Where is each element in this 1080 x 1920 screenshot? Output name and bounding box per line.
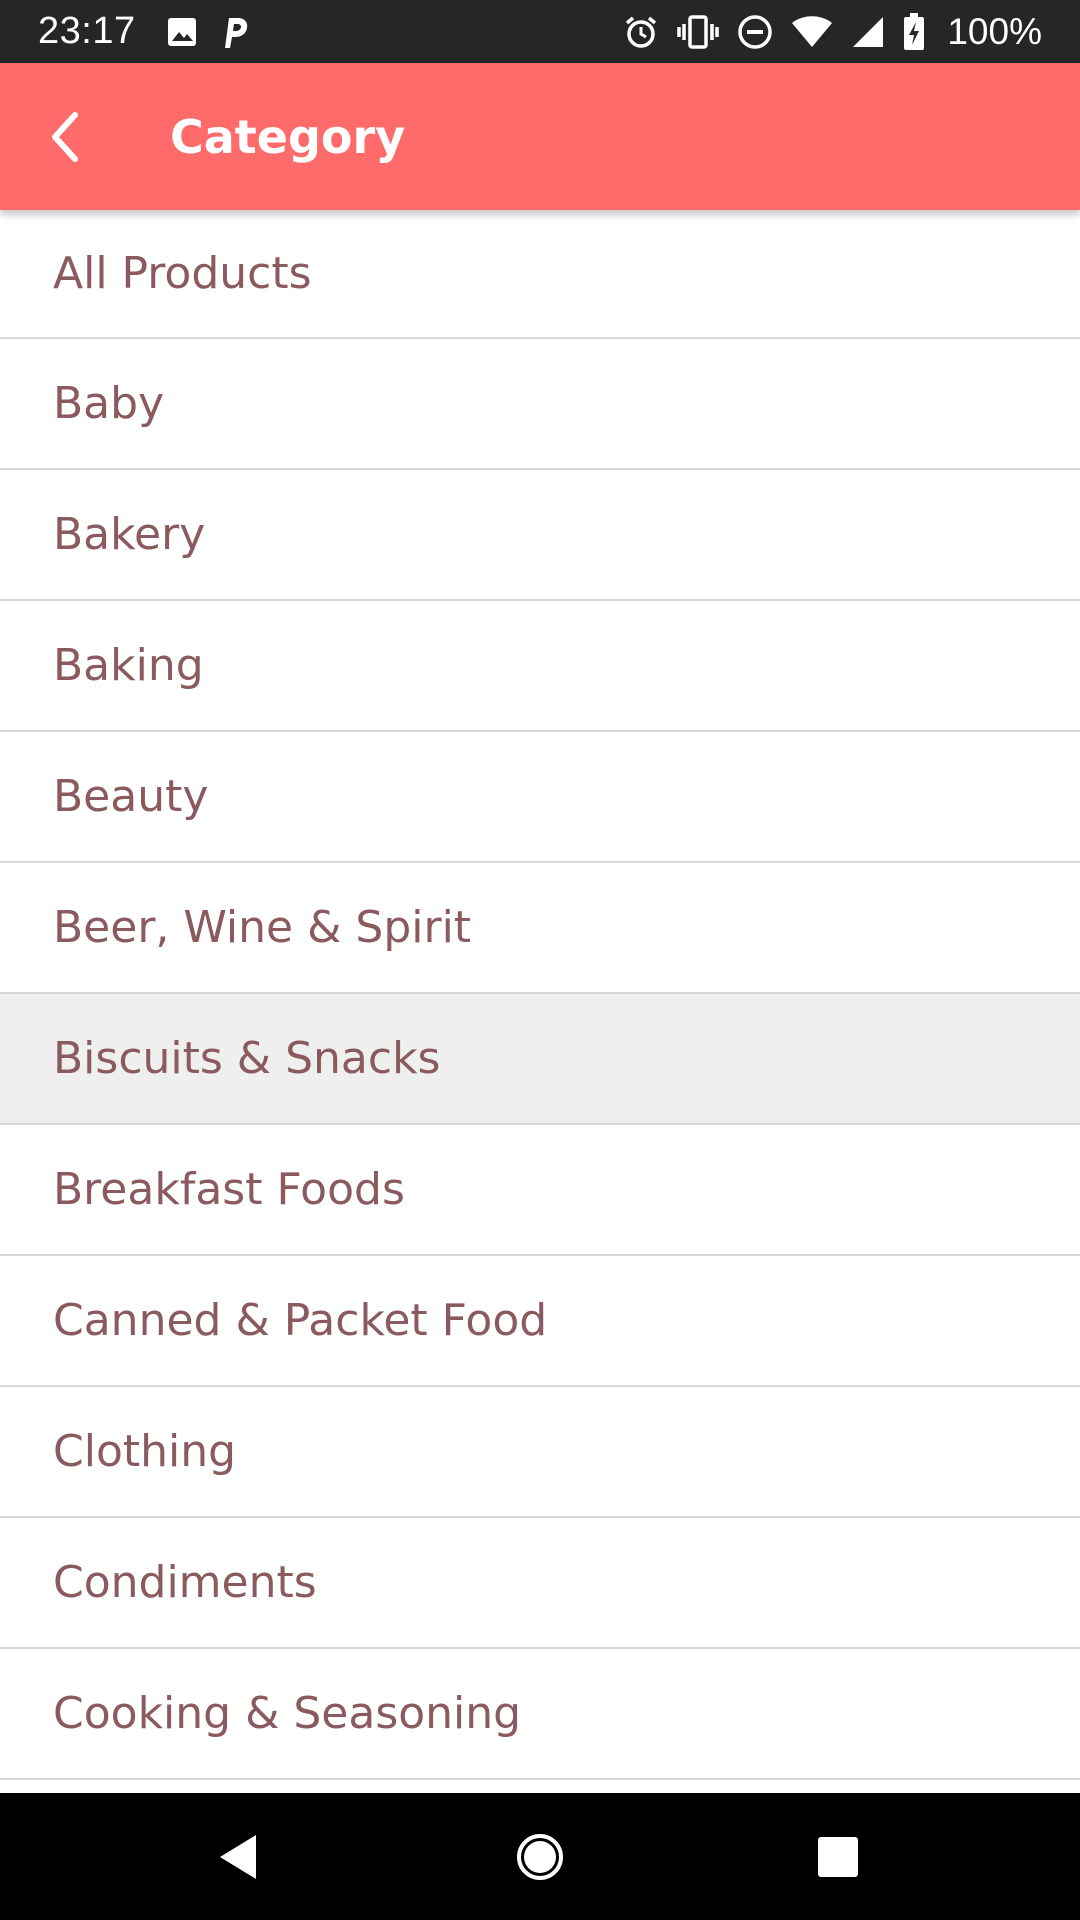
do-not-disturb-icon [737, 14, 773, 50]
list-item-label: Bakery [53, 509, 206, 560]
list-item-label: Cooking & Seasoning [53, 1688, 522, 1739]
list-item-label: Baking [53, 640, 204, 691]
system-navigation-bar [0, 1793, 1080, 1920]
battery-charging-icon [903, 12, 925, 51]
list-item[interactable]: Baby [0, 339, 1080, 470]
list-item-label: Beer, Wine & Spirit [53, 902, 472, 953]
list-item-label: Baby [53, 378, 165, 429]
list-item[interactable]: Baking [0, 601, 1080, 732]
category-list: All Products Baby Bakery Baking Beauty B… [0, 210, 1080, 1793]
vibrate-icon [677, 14, 720, 50]
list-item-label: Canned & Packet Food [53, 1295, 548, 1346]
recents-nav-icon [818, 1836, 858, 1877]
battery-percentage: 100% [947, 10, 1042, 52]
nav-home-button[interactable] [495, 1812, 585, 1902]
back-nav-icon [220, 1834, 256, 1879]
back-arrow-icon [52, 111, 78, 162]
list-item[interactable]: Condiments [0, 1518, 1080, 1649]
list-item[interactable]: Breakfast Foods [0, 1125, 1080, 1256]
list-item-label: Beauty [53, 771, 209, 822]
page-title: Category [170, 109, 406, 164]
list-item-label: Breakfast Foods [53, 1164, 405, 1215]
list-item[interactable]: Clothing [0, 1387, 1080, 1518]
list-item[interactable]: Beer, Wine & Spirit [0, 863, 1080, 994]
list-item[interactable]: All Products [0, 210, 1080, 339]
home-nav-icon [517, 1833, 563, 1880]
status-time: 23:17 [38, 10, 136, 52]
list-item-label: All Products [53, 248, 312, 299]
screen: 23:17 100% Category All Products Baby Ba… [0, 0, 1080, 1920]
cell-signal-icon [851, 15, 885, 49]
parking-icon [220, 14, 250, 50]
list-item[interactable] [0, 1780, 1080, 1793]
list-item[interactable]: Cooking & Seasoning [0, 1649, 1080, 1780]
list-item-label: Biscuits & Snacks [53, 1033, 441, 1084]
list-item-label: Condiments [53, 1557, 317, 1608]
image-icon [166, 16, 198, 48]
nav-back-button[interactable] [193, 1812, 283, 1902]
list-item[interactable]: Canned & Packet Food [0, 1256, 1080, 1387]
status-notification-icons [166, 14, 250, 50]
status-system-icons: 100% [623, 11, 1042, 53]
status-bar: 23:17 100% [0, 0, 1080, 63]
back-button[interactable] [30, 102, 100, 172]
list-item[interactable]: Beauty [0, 732, 1080, 863]
list-item-label: Clothing [53, 1426, 237, 1477]
list-item-selected[interactable]: Biscuits & Snacks [0, 994, 1080, 1125]
wifi-icon [791, 15, 833, 49]
app-bar: Category [0, 63, 1080, 210]
nav-recents-button[interactable] [793, 1812, 883, 1902]
alarm-icon [623, 14, 659, 50]
list-item[interactable]: Bakery [0, 470, 1080, 601]
